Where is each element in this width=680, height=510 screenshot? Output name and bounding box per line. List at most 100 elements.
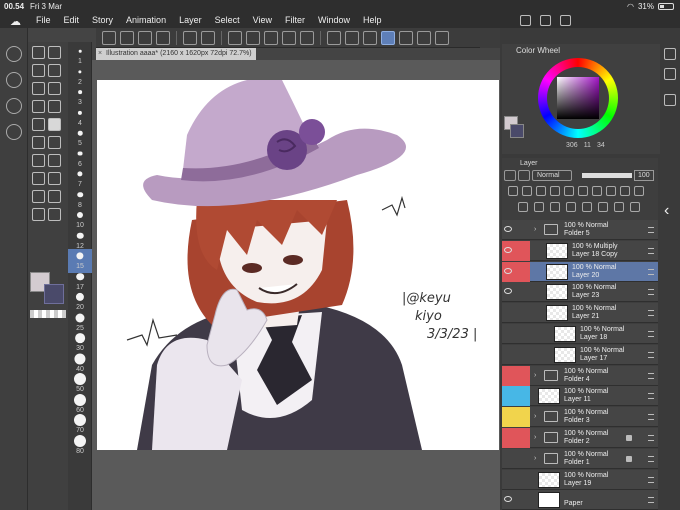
layer-drag-handle-icon[interactable] <box>648 247 654 254</box>
layer-drag-handle-icon[interactable] <box>648 310 654 317</box>
layer-drag-handle-icon[interactable] <box>648 227 654 233</box>
material-icon[interactable] <box>664 68 676 80</box>
select-all-icon[interactable] <box>363 30 377 45</box>
magic-wand-icon[interactable] <box>48 64 61 77</box>
layer-lock-cell[interactable] <box>516 282 530 302</box>
fill-icon[interactable] <box>264 30 278 45</box>
layer-tool-icon-1[interactable] <box>508 186 518 196</box>
layer-lock-cell[interactable] <box>516 365 530 386</box>
layer-drag-handle-icon[interactable] <box>648 414 654 421</box>
text-tool-icon[interactable] <box>48 172 61 185</box>
folder-expand-icon[interactable]: › <box>534 226 536 233</box>
layer-row[interactable]: 100 % Normal Layer 17 <box>502 344 658 365</box>
pencil-tool-icon[interactable] <box>32 118 45 131</box>
layer-lock-cell[interactable] <box>516 220 530 240</box>
layer-lock-cell[interactable] <box>516 490 530 510</box>
menu-window[interactable]: Window <box>318 15 350 25</box>
menu-select[interactable]: Select <box>215 15 240 25</box>
layer-lock-cell[interactable] <box>516 240 530 261</box>
fill-icon[interactable] <box>6 72 22 88</box>
layer-drag-handle-icon[interactable] <box>648 372 654 379</box>
transparent-color-swatch[interactable] <box>30 310 66 318</box>
new-vector-layer-icon[interactable] <box>534 202 544 212</box>
hue-ring[interactable] <box>538 58 618 138</box>
airbrush-icon[interactable] <box>48 100 61 113</box>
rotate-icon[interactable] <box>138 30 152 45</box>
transform-icon[interactable] <box>120 30 134 45</box>
layer-folder-row[interactable]: › 100 % Normal Folder 1 <box>502 448 658 469</box>
sub-color-swatch[interactable] <box>44 284 64 304</box>
layer-property-icon[interactable] <box>664 94 676 106</box>
panel-layout-icon-2[interactable] <box>540 15 551 26</box>
brush-tool-icon[interactable] <box>32 100 45 113</box>
layer-row[interactable]: Paper <box>502 490 658 510</box>
close-panel-icon[interactable] <box>6 124 22 140</box>
folder-expand-icon[interactable]: › <box>534 434 536 441</box>
move-tool-icon[interactable] <box>48 46 61 59</box>
layer-lock-cell[interactable] <box>516 470 530 490</box>
close-tab-icon[interactable]: × <box>98 48 102 60</box>
zoom-icon[interactable] <box>6 46 22 62</box>
clear-icon[interactable] <box>246 30 260 45</box>
menu-view[interactable]: View <box>253 15 272 25</box>
layer-tool-icon-10[interactable] <box>634 186 644 196</box>
menu-story[interactable]: Story <box>92 15 113 25</box>
frame-tool-icon[interactable] <box>48 208 61 221</box>
visibility-eye-icon[interactable] <box>504 455 512 461</box>
correct-line-icon[interactable] <box>48 190 61 203</box>
menu-edit[interactable]: Edit <box>64 15 80 25</box>
visibility-eye-icon[interactable] <box>504 267 512 274</box>
delete-layer-icon[interactable] <box>630 202 640 212</box>
ruler-snap-icon[interactable] <box>381 30 395 45</box>
layer-drag-handle-icon[interactable] <box>648 497 654 504</box>
clip-toggle[interactable] <box>504 170 516 181</box>
menu-animation[interactable]: Animation <box>126 15 166 25</box>
drawing-canvas[interactable]: |@keyu kiyo 3/3/23 | <box>97 80 499 450</box>
loading-icon[interactable] <box>228 30 242 45</box>
layer-tool-icon-2[interactable] <box>522 186 532 196</box>
chevron-down-icon[interactable] <box>435 30 449 45</box>
layer-row[interactable]: 100 % Normal Layer 11 <box>502 386 658 407</box>
layer-folder-row[interactable]: › 100 % Normal Folder 3 <box>502 407 658 428</box>
layer-lock-cell[interactable] <box>516 324 530 344</box>
pen-tool-icon[interactable] <box>32 46 45 59</box>
eraser-tool-icon[interactable] <box>48 118 61 131</box>
layer-lock-cell[interactable] <box>516 449 530 469</box>
chevron-left-icon[interactable]: ‹ <box>664 202 669 220</box>
balloon-tool-icon[interactable] <box>32 208 45 221</box>
layer-folder-row[interactable]: › 100 % Normal Folder 4 <box>502 365 658 386</box>
transfer-icon[interactable] <box>566 202 576 212</box>
visibility-eye-icon[interactable] <box>504 434 512 440</box>
folder-expand-icon[interactable]: › <box>534 372 536 379</box>
clip-studio-logo-icon[interactable]: ☁ <box>10 15 22 28</box>
select-tool-icon[interactable] <box>32 82 45 95</box>
folder-expand-icon[interactable]: › <box>534 455 536 462</box>
invert-selection-icon[interactable] <box>345 30 359 45</box>
flip-icon[interactable] <box>156 30 170 45</box>
layer-tool-icon-4[interactable] <box>550 186 560 196</box>
visibility-eye-icon[interactable] <box>504 246 512 253</box>
layer-drag-handle-icon[interactable] <box>648 331 654 337</box>
new-raster-layer-icon[interactable] <box>518 202 528 212</box>
opacity-value[interactable]: 100 <box>634 170 654 181</box>
eyedropper-icon[interactable] <box>48 82 61 95</box>
panel-layout-icon[interactable] <box>520 15 531 26</box>
menu-filter[interactable]: Filter <box>285 15 305 25</box>
menu-help[interactable]: Help <box>363 15 382 25</box>
menu-icon[interactable] <box>102 30 116 45</box>
layer-row[interactable]: 100 % Multiply Layer 18 Copy <box>502 240 658 261</box>
layer-drag-handle-icon[interactable] <box>648 393 654 400</box>
layer-tool-icon-5[interactable] <box>564 186 574 196</box>
layer-drag-handle-icon[interactable] <box>648 289 654 296</box>
menu-layer[interactable]: Layer <box>179 15 202 25</box>
visibility-eye-icon[interactable] <box>504 372 512 378</box>
brush-size-80[interactable]: 80 <box>68 434 92 458</box>
gradient-tool-icon[interactable] <box>32 154 45 167</box>
crop-icon[interactable] <box>300 30 314 45</box>
merge-icon[interactable] <box>582 202 592 212</box>
layer-row[interactable]: 100 % Normal Layer 19 <box>502 469 658 490</box>
blend-mode-select[interactable]: Normal <box>532 170 572 181</box>
visibility-eye-icon[interactable] <box>504 476 512 482</box>
layer-drag-handle-icon[interactable] <box>648 268 654 275</box>
layer-drag-handle-icon[interactable] <box>648 476 654 483</box>
